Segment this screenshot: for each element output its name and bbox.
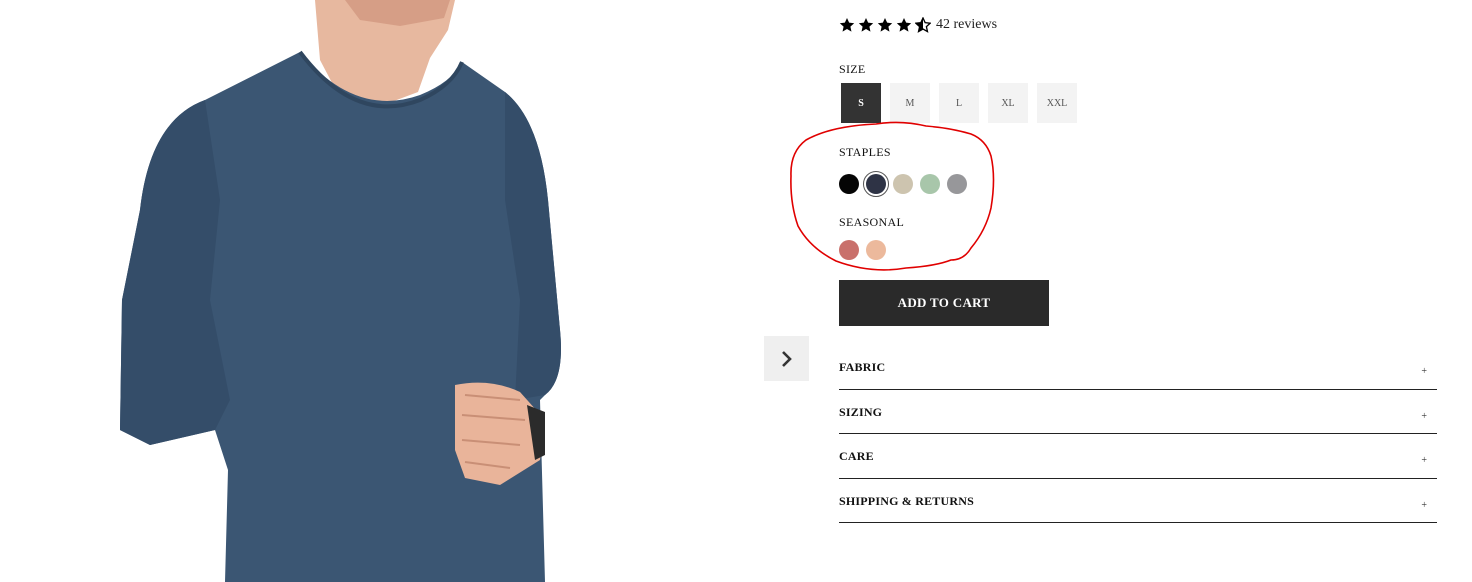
star-rating xyxy=(839,17,934,33)
chevron-right-icon xyxy=(781,350,792,367)
product-image xyxy=(0,0,760,582)
size-option-l[interactable]: L xyxy=(939,83,979,123)
star-icon xyxy=(877,18,893,32)
size-option-m[interactable]: M xyxy=(890,83,930,123)
accordion-title: SHIPPING & RETURNS xyxy=(839,494,974,508)
accordion-shipping-returns[interactable]: SHIPPING & RETURNS + xyxy=(839,479,1437,523)
rating-summary[interactable]: 42 reviews xyxy=(839,17,997,33)
size-option-s[interactable]: S xyxy=(841,83,881,123)
accordion-title: SIZING xyxy=(839,405,883,419)
model-wearing-shirt-illustration xyxy=(120,0,561,582)
red-annotation-circle xyxy=(790,121,995,271)
star-icon xyxy=(858,18,874,32)
accordion-care[interactable]: CARE + xyxy=(839,434,1437,479)
size-option-xl[interactable]: XL xyxy=(988,83,1028,123)
add-to-cart-button[interactable]: ADD TO CART xyxy=(839,280,1049,326)
size-option-xxl[interactable]: XXL xyxy=(1037,83,1077,123)
plus-icon: + xyxy=(1421,500,1427,511)
plus-icon: + xyxy=(1421,455,1427,466)
star-icon xyxy=(896,18,912,32)
star-half-icon xyxy=(915,17,931,33)
accordion-title: FABRIC xyxy=(839,360,886,374)
size-selector: S M L XL XXL xyxy=(841,83,1086,123)
accordion-fabric[interactable]: FABRIC + xyxy=(839,345,1437,390)
accordion-sizing[interactable]: SIZING + xyxy=(839,390,1437,434)
star-icon xyxy=(839,18,855,32)
plus-icon: + xyxy=(1421,366,1427,377)
size-label: SIZE xyxy=(839,62,866,76)
reviews-link[interactable]: 42 reviews xyxy=(936,17,997,33)
next-image-button[interactable] xyxy=(764,336,809,381)
plus-icon: + xyxy=(1421,411,1427,422)
accordion-title: CARE xyxy=(839,449,874,463)
